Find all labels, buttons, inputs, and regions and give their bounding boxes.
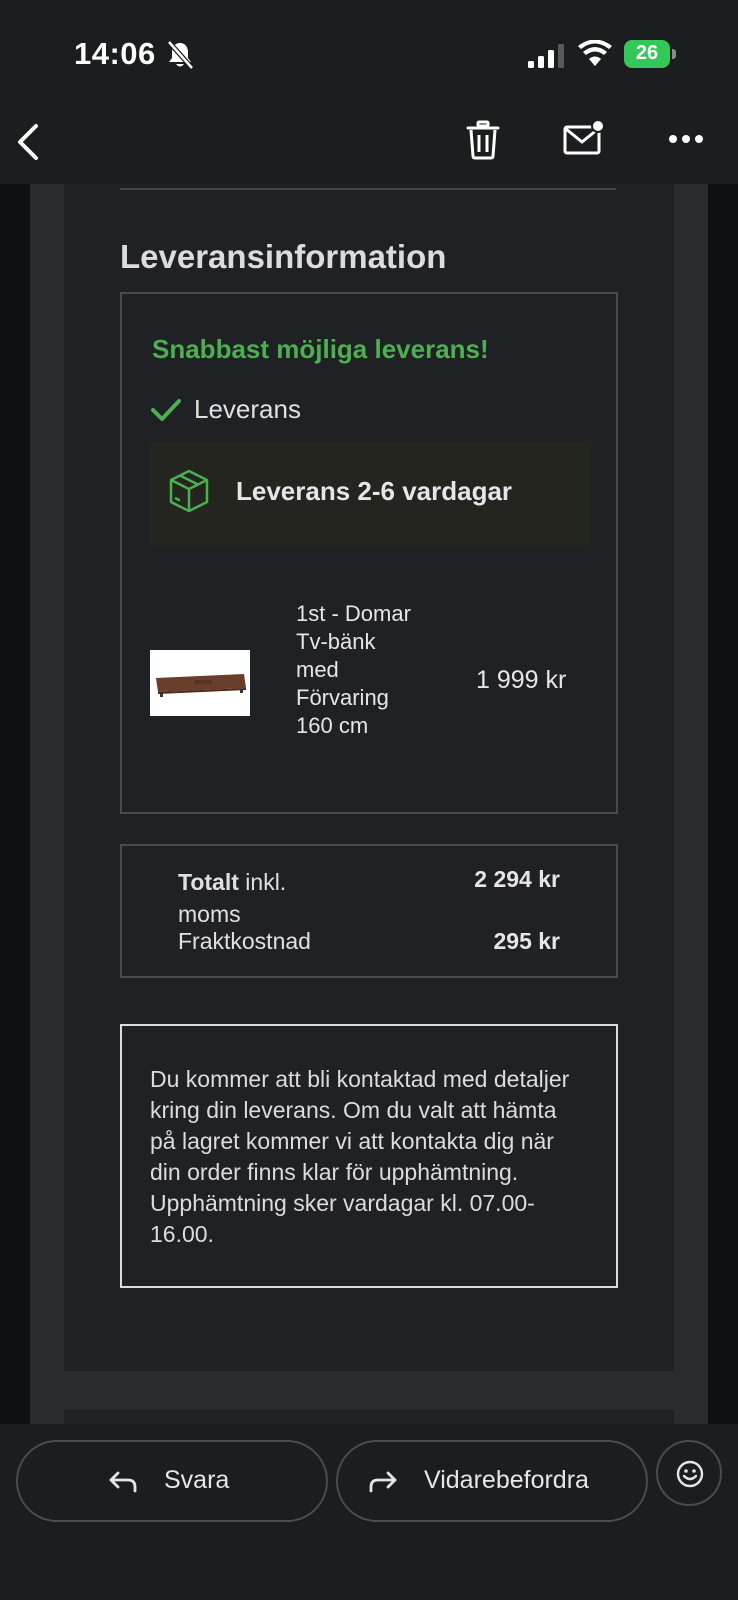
- total-value: 2 294 kr: [474, 866, 560, 892]
- totals-box: Totalt inkl. moms 2 294 kr Fraktkostnad …: [120, 844, 618, 978]
- shipping-value: 295 kr: [493, 928, 560, 954]
- wifi-icon: [578, 40, 612, 66]
- check-icon: [151, 399, 181, 421]
- email-container: Leveransinformation Snabbast möjliga lev…: [30, 184, 708, 1430]
- delivery-option-label: Leverans: [194, 394, 301, 424]
- mark-unread-icon[interactable]: [562, 118, 606, 158]
- chevron-left-icon[interactable]: [14, 120, 44, 164]
- bottom-action-bar: Svara Vidarebefordra: [0, 1424, 738, 1600]
- product-name: 1st - Domar Tv-bänk med Förvaring 160 cm: [296, 601, 411, 738]
- nav-bar: [0, 100, 738, 184]
- product-image[interactable]: [150, 650, 250, 716]
- emoji-reaction-button[interactable]: [656, 1440, 722, 1506]
- delivery-headline: Snabbast möjliga leverans!: [152, 334, 489, 364]
- delivery-box: Snabbast möjliga leverans! Leverans Leve…: [120, 292, 618, 814]
- bell-muted-icon: [167, 40, 194, 70]
- battery-level: 26: [635, 42, 659, 64]
- divider: [120, 188, 616, 190]
- total-label: Totalt inkl. moms: [178, 866, 328, 930]
- status-bar: 14:06 26: [0, 0, 738, 100]
- delivery-time-banner: Leverans 2-6 vardagar: [150, 442, 590, 546]
- more-icon[interactable]: [668, 132, 704, 146]
- reply-button[interactable]: Svara: [16, 1440, 328, 1522]
- screen: 14:06 26 Leveransinformation Snabbast mö…: [0, 0, 738, 1600]
- info-box: Du kommer att bli kontaktad med detaljer…: [120, 1024, 618, 1288]
- delivery-time-label: Leverans 2-6 vardagar: [236, 476, 513, 506]
- reply-label: Svara: [164, 1466, 230, 1494]
- email-card: Leveransinformation Snabbast möjliga lev…: [64, 184, 674, 1371]
- info-text: Du kommer att bli kontaktad med detaljer…: [150, 1066, 570, 1247]
- forward-label: Vidarebefordra: [424, 1466, 589, 1494]
- status-time: 14:06: [74, 36, 156, 71]
- battery-indicator: 26: [624, 40, 676, 68]
- reply-icon: [109, 1471, 137, 1493]
- shipping-label: Fraktkostnad: [178, 928, 311, 954]
- product-price: 1 999 kr: [476, 666, 567, 694]
- email-body[interactable]: Leveransinformation Snabbast möjliga lev…: [0, 184, 738, 1430]
- section-title: Leveransinformation: [120, 238, 447, 275]
- trash-icon[interactable]: [466, 120, 500, 160]
- total-label-bold: Totalt: [178, 869, 239, 895]
- forward-icon: [369, 1471, 397, 1493]
- forward-button[interactable]: Vidarebefordra: [336, 1440, 648, 1522]
- smile-icon: [676, 1460, 704, 1488]
- signal-icon: [528, 44, 564, 68]
- package-icon: [169, 469, 209, 513]
